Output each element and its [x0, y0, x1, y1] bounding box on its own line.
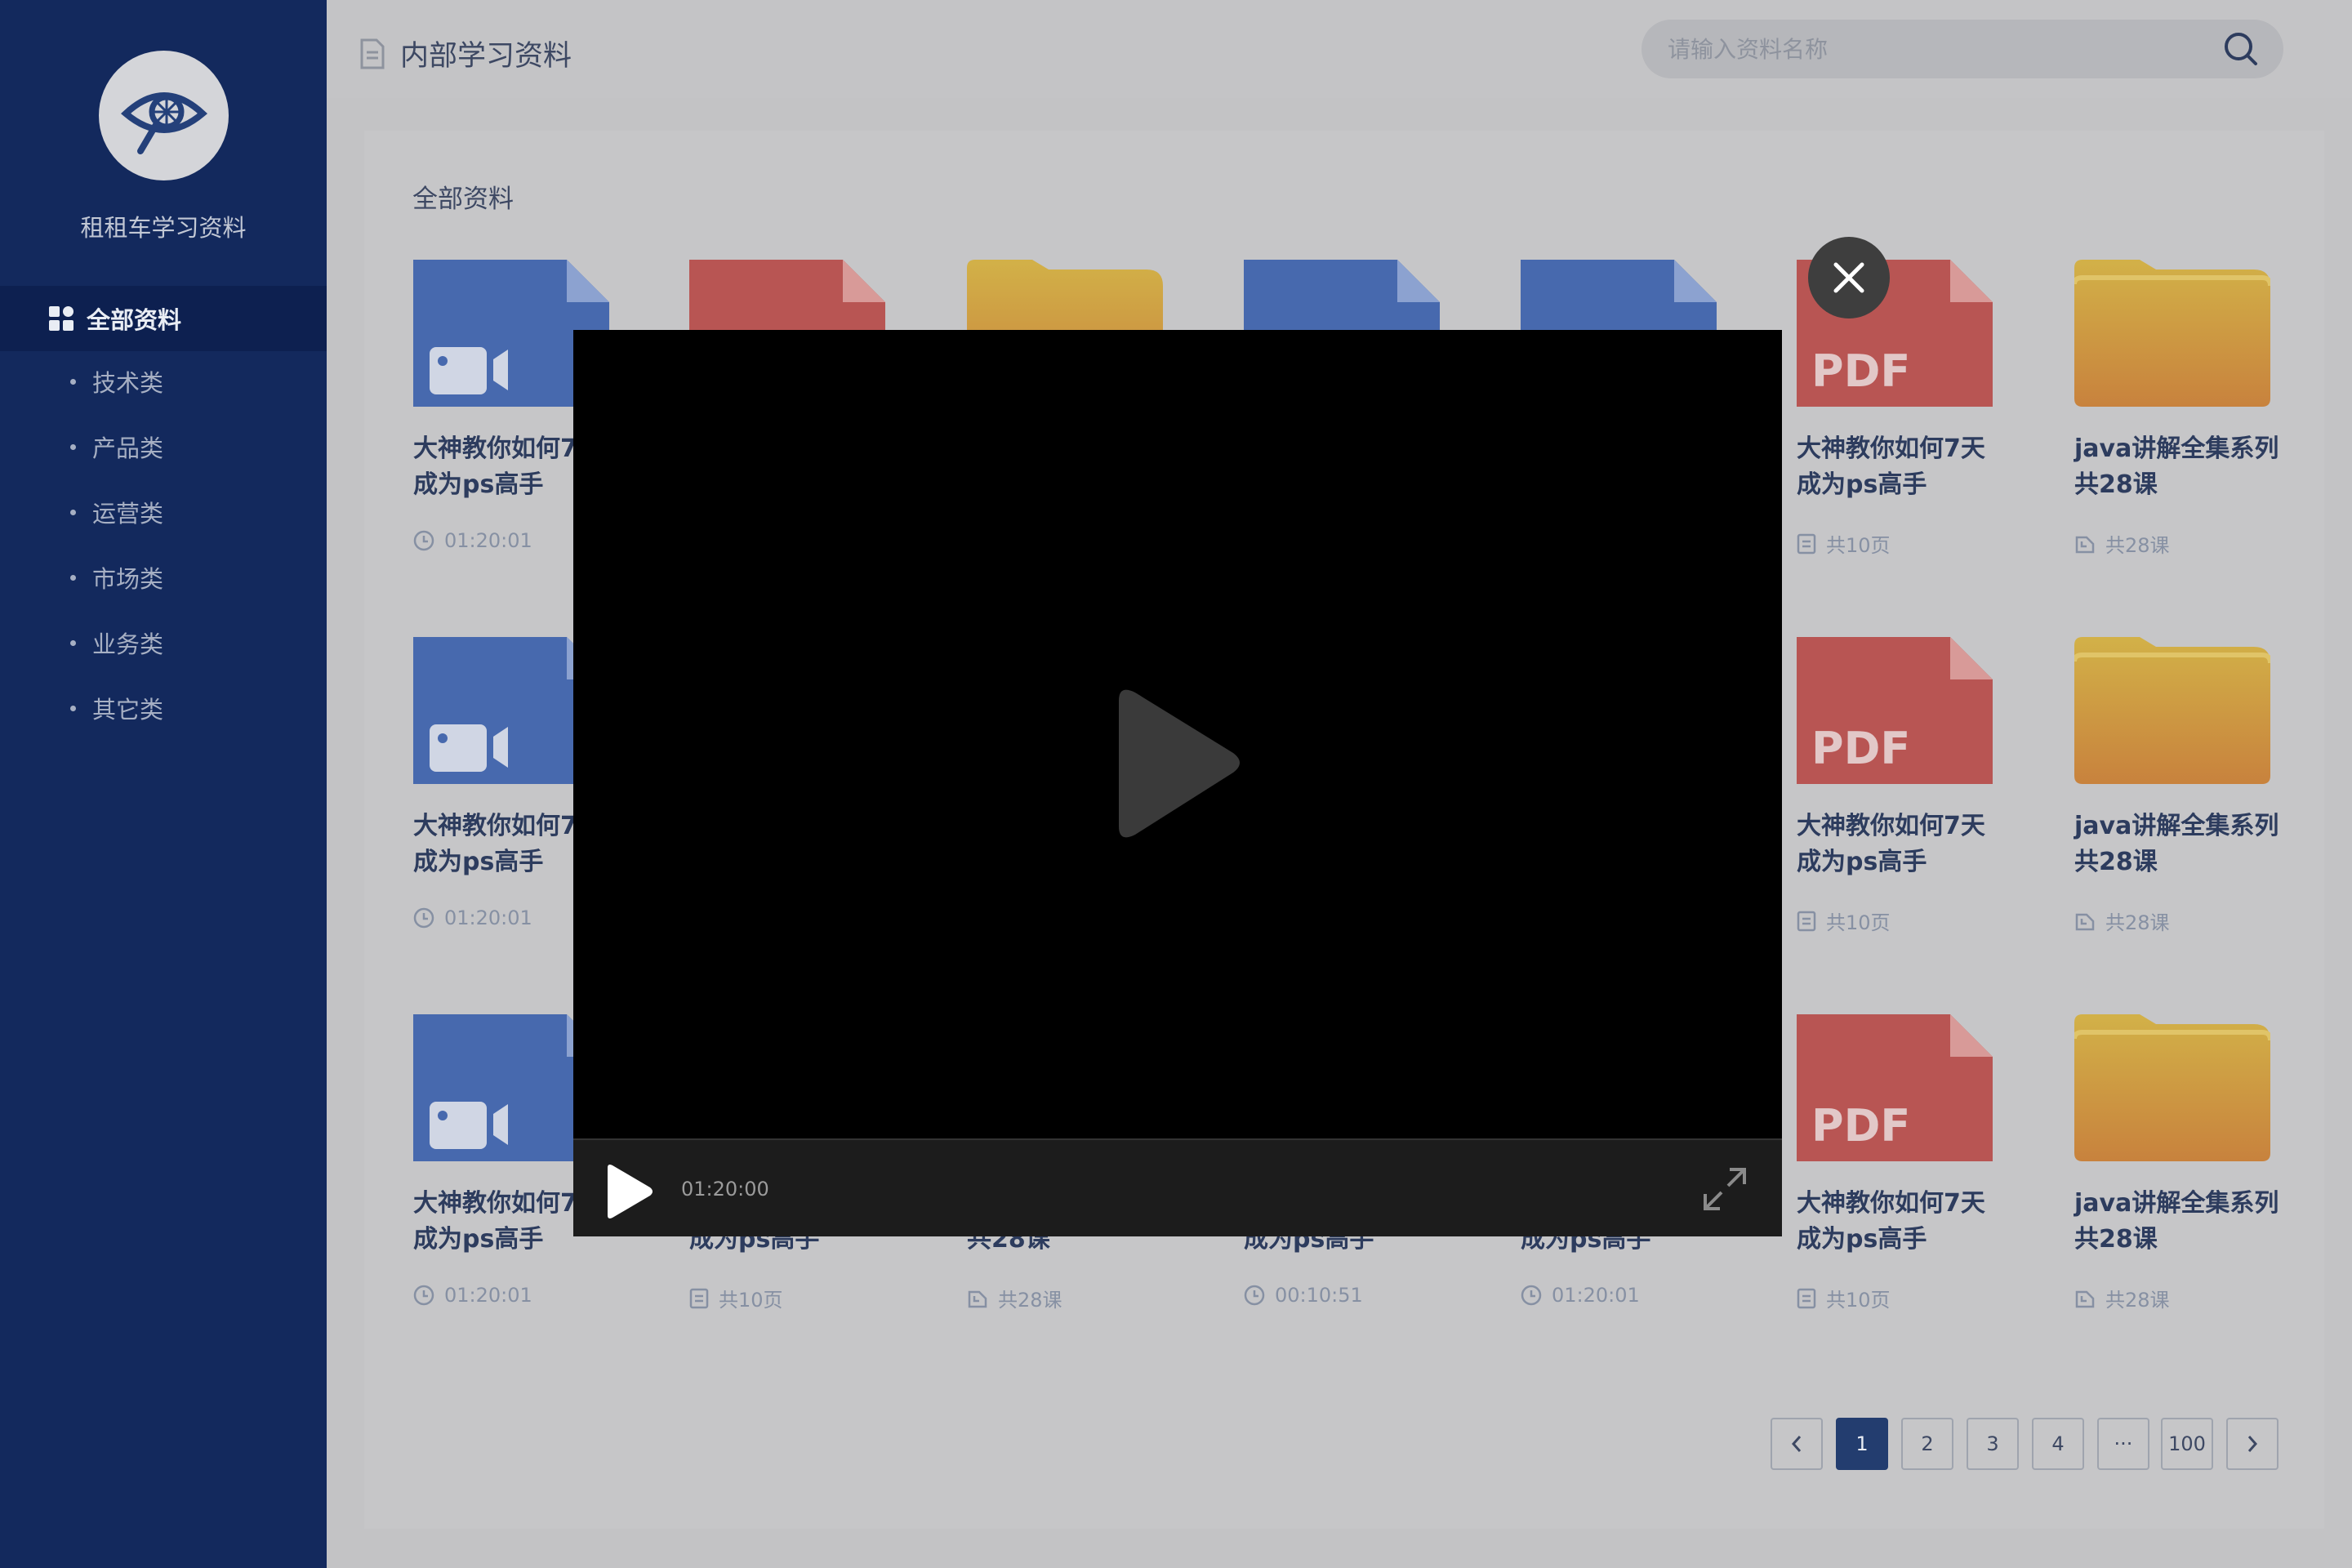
clock-icon: [413, 907, 434, 929]
next-page-button[interactable]: [2226, 1418, 2278, 1470]
card-title: java讲解全集系列 共28课: [2074, 1189, 2279, 1254]
nav-item-other[interactable]: 其它类: [0, 684, 327, 733]
nav-item-marketing[interactable]: 市场类: [0, 553, 327, 602]
card-title: java讲解全集系列 共28课: [2074, 812, 2279, 876]
brand-name: 租租车学习资料: [80, 214, 247, 242]
bullet-icon: [70, 378, 76, 385]
bullet-icon: [70, 509, 76, 515]
material-card[interactable]: PDF 大神教你如何7天 成为ps高手 共10页: [1797, 1014, 2042, 1357]
close-icon: [1833, 262, 1864, 293]
page-icon: [1797, 533, 1816, 554]
svg-text:PDF: PDF: [1811, 345, 1910, 397]
card-meta: 01:20:01: [413, 529, 532, 552]
material-card[interactable]: PDF 大神教你如何7天 成为ps高手 共10页: [1797, 637, 2042, 980]
card-title: java讲解全集系列 共28课: [2074, 434, 2279, 499]
card-meta: 01:20:01: [413, 906, 532, 929]
page-icon: [1797, 911, 1816, 931]
search-box: [1642, 20, 2283, 78]
big-play-icon[interactable]: [1102, 683, 1250, 846]
card-meta: 共28课: [967, 1284, 1062, 1312]
page-icon: [1797, 1288, 1816, 1308]
chevron-left-icon: [1791, 1436, 1802, 1452]
video-player-modal[interactable]: 01:20:00: [573, 330, 1782, 1236]
lessons-icon: [2075, 536, 2095, 553]
nav-item-label: 其它类: [92, 696, 164, 724]
material-card[interactable]: java讲解全集系列 共28课 共28课: [2074, 260, 2319, 603]
clock-icon: [413, 530, 434, 551]
card-meta: 共28课: [2074, 529, 2170, 558]
page-title-text: 内部学习资料: [400, 40, 572, 73]
card-title: 大神教你如何7天 成为ps高手: [1797, 812, 1985, 876]
material-card[interactable]: java讲解全集系列 共28课 共28课: [2074, 637, 2319, 980]
bullet-icon: [70, 639, 76, 646]
page-button-4[interactable]: 4: [2032, 1418, 2084, 1470]
nav-item-label: 业务类: [92, 630, 164, 658]
page-ellipsis[interactable]: ···: [2097, 1418, 2149, 1470]
card-meta: 共10页: [1797, 1284, 1891, 1312]
clock-icon: [413, 1285, 434, 1306]
lessons-icon: [968, 1290, 987, 1307]
nav-item-business[interactable]: 业务类: [0, 618, 327, 667]
clock-icon: [1521, 1285, 1542, 1306]
document-icon: [360, 38, 385, 69]
pdf-file-icon: PDF: [1797, 1014, 1993, 1161]
prev-page-button[interactable]: [1771, 1418, 1823, 1470]
material-card[interactable]: java讲解全集系列 共28课 共28课: [2074, 1014, 2319, 1357]
fullscreen-icon[interactable]: [1699, 1163, 1751, 1215]
card-meta: 共28课: [2074, 1284, 2170, 1312]
page-button-1[interactable]: 1: [1836, 1418, 1888, 1470]
bullet-icon: [70, 443, 76, 450]
card-meta: 00:10:51: [1244, 1284, 1363, 1307]
eye-icon: [120, 91, 207, 154]
search-input[interactable]: [1668, 35, 2158, 63]
folder-icon: [2074, 260, 2270, 407]
svg-text:PDF: PDF: [1811, 723, 1910, 774]
clock-icon: [1244, 1285, 1265, 1306]
nav-item-label: 技术类: [92, 369, 164, 397]
play-icon[interactable]: [603, 1163, 655, 1220]
svg-text:PDF: PDF: [1811, 1100, 1910, 1152]
bullet-icon: [70, 574, 76, 581]
folder-icon: [2074, 637, 2270, 784]
pdf-file-icon: PDF: [1797, 637, 1993, 784]
page-button-100[interactable]: 100: [2161, 1418, 2213, 1470]
nav-item-label: 市场类: [92, 565, 164, 593]
card-meta: 01:20:01: [413, 1284, 532, 1307]
player-time: 01:20:00: [681, 1178, 769, 1200]
brand-logo: [99, 51, 229, 180]
nav-item-label: 运营类: [92, 500, 164, 528]
page-button-3[interactable]: 3: [1967, 1418, 2019, 1470]
page-button-2[interactable]: 2: [1901, 1418, 1953, 1470]
search-icon[interactable]: [2223, 31, 2259, 67]
nav-item-label: 产品类: [92, 434, 164, 462]
page-icon: [689, 1288, 709, 1308]
page-title: 内部学习资料: [359, 33, 572, 74]
bullet-icon: [70, 705, 76, 711]
player-controls: 01:20:00: [573, 1138, 1782, 1236]
nav-item-all[interactable]: 全部资料: [0, 286, 327, 351]
card-meta: 共10页: [1797, 906, 1891, 935]
nav-item-operations[interactable]: 运营类: [0, 488, 327, 537]
folder-icon: [2074, 1014, 2270, 1161]
chevron-right-icon: [2247, 1436, 2258, 1452]
nav-item-all-label: 全部资料: [87, 306, 182, 334]
card-meta: 01:20:01: [1521, 1284, 1640, 1307]
nav-item-product[interactable]: 产品类: [0, 422, 327, 471]
section-title: 全部资料: [412, 185, 514, 214]
card-meta: 共28课: [2074, 906, 2170, 935]
sidebar: 租租车学习资料 全部资料 技术类 产品类 运营类 市场类 业务类 其它类: [0, 0, 327, 1568]
grid-icon: [49, 306, 74, 331]
nav-item-tech[interactable]: 技术类: [0, 357, 327, 406]
card-meta: 共10页: [1797, 529, 1891, 558]
card-title: 大神教你如何7天 成为ps高手: [1797, 434, 1985, 499]
lessons-icon: [2075, 913, 2095, 930]
lessons-icon: [2075, 1290, 2095, 1307]
close-button[interactable]: [1808, 237, 1890, 318]
card-title: 大神教你如何7天 成为ps高手: [1797, 1189, 1985, 1254]
card-meta: 共10页: [689, 1284, 783, 1312]
